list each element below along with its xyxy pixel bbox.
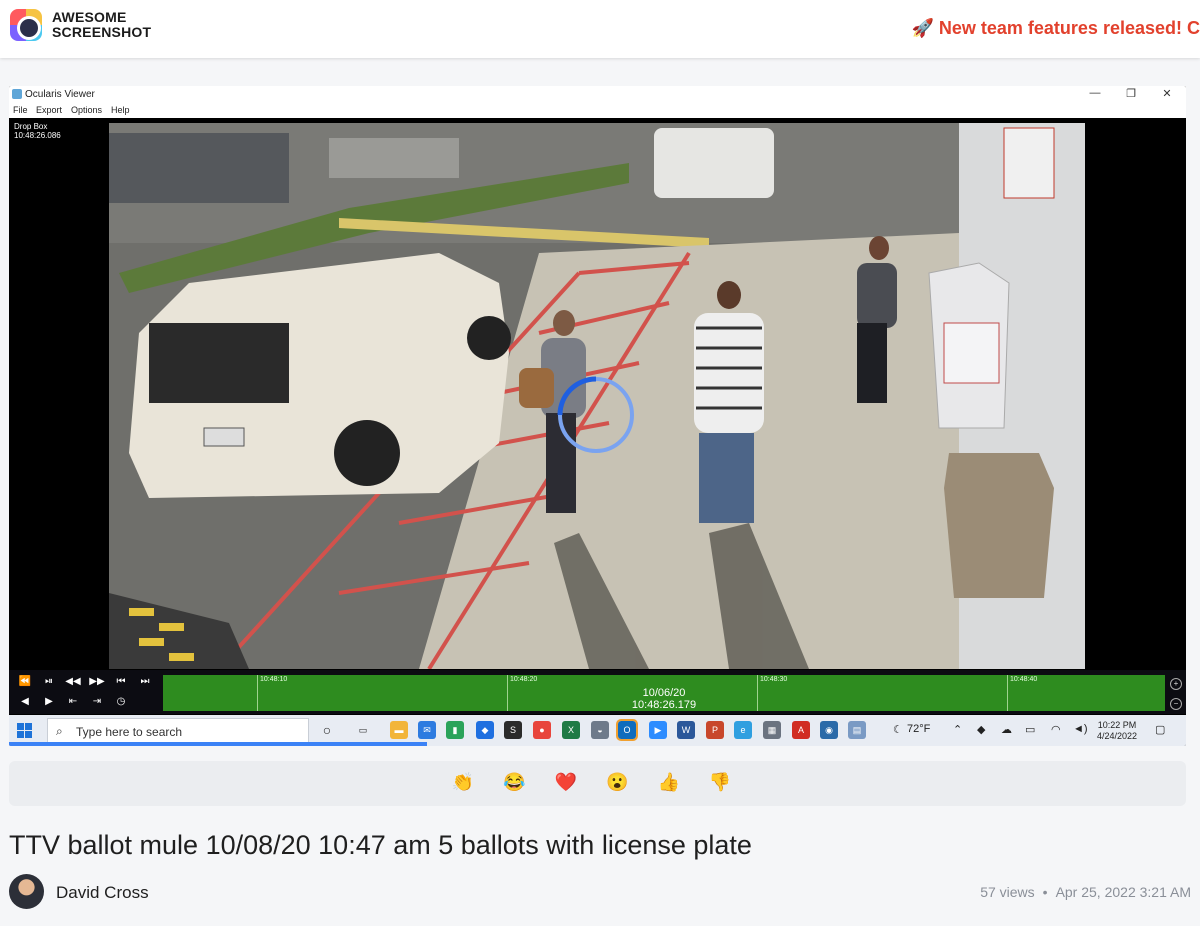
search-icon: ⌕	[56, 724, 63, 738]
weather-temp[interactable]: 72°F	[907, 723, 930, 735]
menu-file[interactable]: File	[13, 105, 28, 115]
upload-date: Apr 25, 2022 3:21 AM	[1055, 884, 1191, 900]
awesome-screenshot-logo-icon[interactable]	[10, 9, 42, 41]
mail-icon[interactable]: ✉	[418, 721, 436, 739]
app-icon[interactable]: ◒	[591, 721, 609, 739]
view-count: 57 views	[980, 884, 1035, 900]
word-icon[interactable]: W	[677, 721, 695, 739]
app-header: AWESOME SCREENSHOT 🚀 New team features r…	[0, 0, 1200, 58]
edge-icon[interactable]: e	[734, 721, 752, 739]
file-explorer-icon[interactable]: ▬	[390, 721, 408, 739]
dropbox-tray-icon[interactable]: ◆	[977, 723, 985, 736]
excel-icon[interactable]: X	[562, 721, 580, 739]
dropbox-icon[interactable]: ◆	[476, 721, 494, 739]
screenshot-image: Ocularis Viewer — ❐ ✕ File Export Option…	[9, 86, 1186, 746]
window-titlebar: Ocularis Viewer — ❐ ✕	[9, 86, 1186, 104]
promo-banner-link[interactable]: 🚀 New team features released! C	[911, 18, 1200, 39]
skip-end-icon[interactable]: ⏭	[137, 674, 153, 690]
wifi-icon[interactable]: ◠	[1051, 723, 1061, 736]
menu-help[interactable]: Help	[111, 105, 130, 115]
clap-reaction-button[interactable]: 👏	[452, 772, 486, 793]
zoom-out-icon[interactable]: −	[1170, 698, 1182, 710]
chart-app-icon[interactable]: ▮	[446, 721, 464, 739]
ocularis-app-icon	[12, 89, 22, 99]
calculator-icon[interactable]: ▦	[763, 721, 781, 739]
taskbar-clock[interactable]: 10:22 PM 4/24/2022	[1097, 720, 1137, 742]
task-view-icon[interactable]: ▭	[354, 721, 372, 739]
play-pause-icon[interactable]: ⏯	[41, 674, 57, 690]
outlook-icon[interactable]: O	[616, 719, 638, 741]
author-name[interactable]: David Cross	[56, 883, 149, 903]
mark-in-icon[interactable]: ⇤	[65, 694, 81, 710]
rewind-icon[interactable]: ◀◀	[65, 674, 81, 690]
surveillance-video-frame[interactable]	[109, 123, 1085, 669]
play-icon[interactable]: ▶	[41, 694, 57, 710]
search-placeholder: Type here to search	[76, 725, 183, 739]
reactions-bar: 👏 😂 ❤️ 😮 👍 👎	[9, 761, 1186, 806]
chrome-icon[interactable]: ●	[533, 721, 551, 739]
s-app-icon[interactable]: S	[504, 721, 522, 739]
cortana-icon[interactable]: ○	[318, 721, 336, 739]
camera-viewer: Drop Box 10:48:26.086	[9, 118, 1186, 670]
timeline[interactable]: 10:48:10 10:48:20 10:48:30 10:48:40 10/0…	[163, 675, 1165, 711]
step-back-icon[interactable]: ⏪	[17, 674, 33, 690]
window-title: Ocularis Viewer	[25, 89, 95, 100]
heart-reaction-button[interactable]: ❤️	[555, 772, 589, 793]
fast-forward-icon[interactable]: ▶▶	[89, 674, 105, 690]
clock-icon[interactable]: ◷	[113, 694, 129, 710]
zoom-in-icon[interactable]: +	[1170, 678, 1182, 690]
current-timestamp: 10/06/20 10:48:26.179	[631, 687, 697, 711]
laugh-reaction-button[interactable]: 😂	[503, 772, 537, 793]
avatar[interactable]	[9, 874, 44, 909]
onedrive-icon[interactable]: ☁	[1001, 723, 1012, 736]
zoom-icon[interactable]: ▶	[649, 721, 667, 739]
video-scene	[109, 123, 1085, 669]
acrobat-icon[interactable]: A	[792, 721, 810, 739]
volume-icon[interactable]: ◄)	[1073, 723, 1088, 735]
video-meta: 57 views • Apr 25, 2022 3:21 AM	[980, 884, 1191, 900]
windows-start-icon[interactable]	[17, 723, 32, 738]
mark-out-icon[interactable]: ⇥	[89, 694, 105, 710]
notepad-icon[interactable]: ▤	[848, 721, 866, 739]
powerpoint-icon[interactable]: P	[706, 721, 724, 739]
video-progress-bar	[9, 742, 427, 746]
restore-icon[interactable]: ❐	[1121, 87, 1141, 100]
battery-icon[interactable]: ▭	[1025, 723, 1035, 736]
notifications-icon[interactable]: ▢	[1155, 723, 1165, 736]
menu-options[interactable]: Options	[71, 105, 102, 115]
ocularis-icon[interactable]: ◉	[820, 721, 838, 739]
thumbs-up-reaction-button[interactable]: 👍	[657, 772, 691, 793]
wow-reaction-button[interactable]: 😮	[606, 772, 640, 793]
weather-moon-icon[interactable]: ☾	[893, 723, 903, 736]
taskbar-search-input[interactable]: ⌕ Type here to search	[47, 718, 309, 743]
close-icon[interactable]: ✕	[1157, 87, 1177, 100]
playback-bar: ⏪ ⏯ ◀◀ ▶▶ ⏮ ⏭ ◀ ▶ ⇤ ⇥ ◷ 10:48:10 10:48:2…	[9, 670, 1186, 714]
minimize-icon[interactable]: —	[1085, 87, 1105, 99]
window-menubar: File Export Options Help	[9, 104, 1186, 118]
menu-export[interactable]: Export	[36, 105, 62, 115]
brand-name[interactable]: AWESOME SCREENSHOT	[52, 10, 151, 40]
camera-label: Drop Box 10:48:26.086	[14, 122, 61, 140]
video-title: TTV ballot mule 10/08/20 10:47 am 5 ball…	[9, 830, 752, 860]
reverse-play-icon[interactable]: ◀	[17, 694, 33, 710]
thumbs-down-reaction-button[interactable]: 👎	[709, 772, 743, 793]
chevron-up-icon[interactable]: ⌃	[953, 723, 962, 736]
skip-start-icon[interactable]: ⏮	[113, 674, 129, 690]
